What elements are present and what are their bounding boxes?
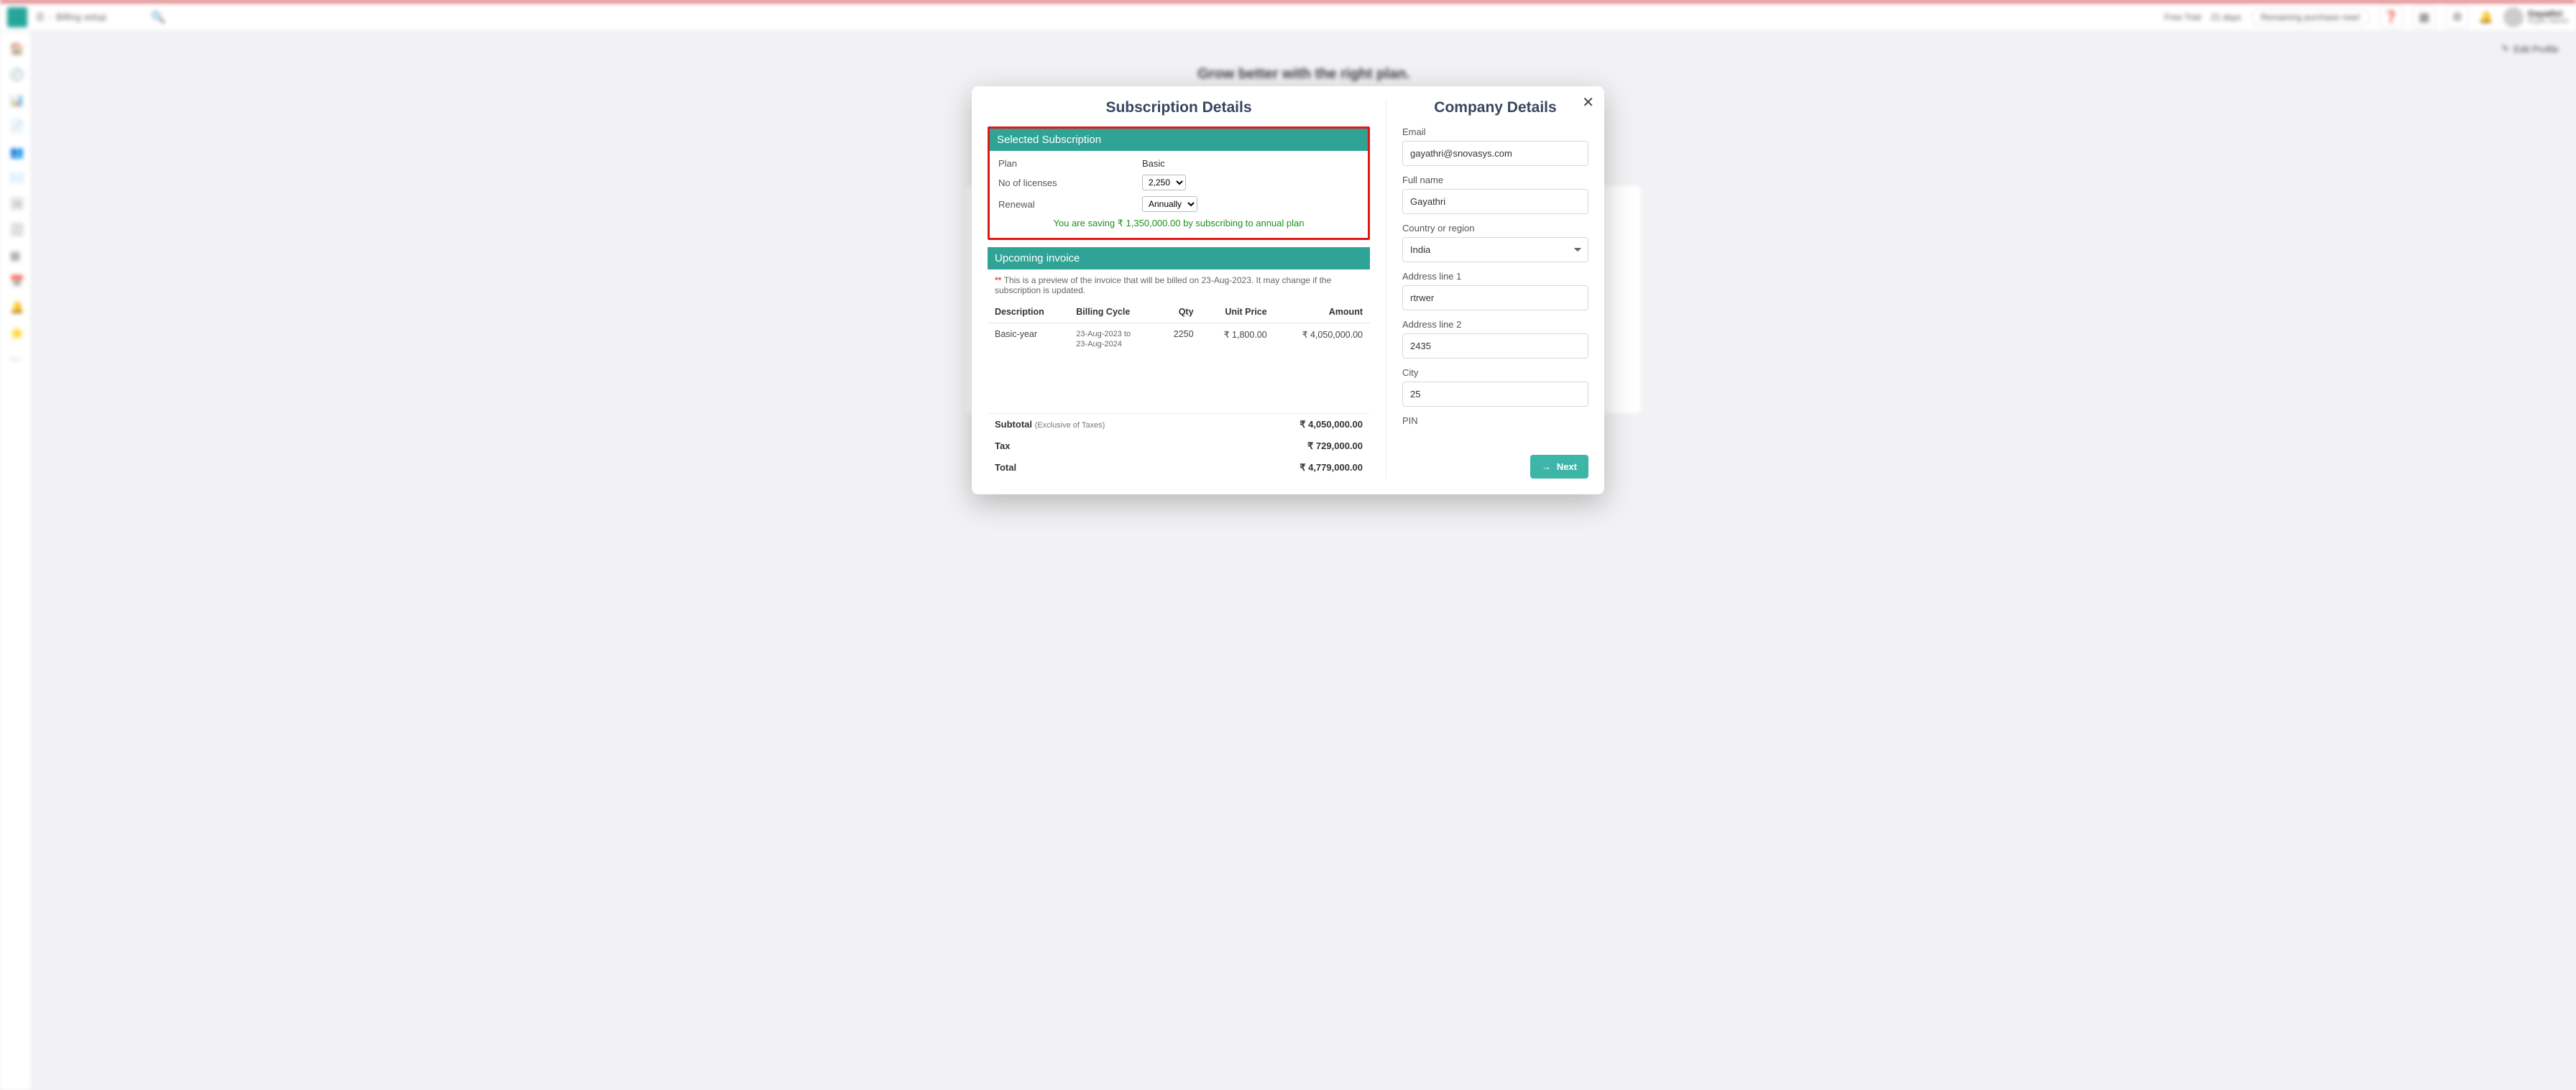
col-amount: Amount (1274, 301, 1370, 323)
note-asterisks: ** (995, 275, 1004, 285)
modal-overlay: ✕ Subscription Details Selected Subscrip… (0, 0, 2576, 1090)
tax-value: ₹ 729,000.00 (1307, 440, 1363, 452)
subtotal-hint: (Exclusive of Taxes) (1035, 421, 1105, 430)
line-cycle: 23-Aug-2023 to 23-Aug-2024 (1069, 323, 1156, 356)
col-billing-cycle: Billing Cycle (1069, 301, 1156, 323)
subtotal-value: ₹ 4,050,000.00 (1300, 419, 1363, 430)
licenses-select[interactable]: 2,250 (1142, 175, 1186, 190)
pin-label: PIN (1402, 415, 1588, 426)
upcoming-invoice-header: Upcoming invoice (988, 247, 1370, 269)
col-unit-price: Unit Price (1201, 301, 1274, 323)
email-field[interactable] (1402, 141, 1588, 166)
subtotal-label: Subtotal (995, 419, 1032, 430)
selected-subscription-header: Selected Subscription (990, 129, 1368, 151)
line-desc: Basic-year (988, 323, 1069, 356)
line-qty: 2250 (1157, 323, 1201, 356)
renewal-label: Renewal (998, 199, 1142, 210)
total-label: Total (995, 462, 1016, 474)
line-unit: ₹ 1,800.00 (1201, 323, 1274, 356)
addr1-field[interactable] (1402, 285, 1588, 310)
company-details-title: Company Details (1402, 99, 1588, 116)
col-qty: Qty (1157, 301, 1201, 323)
col-description: Description (988, 301, 1069, 323)
selected-subscription-highlight: Selected Subscription Plan Basic No of l… (988, 126, 1370, 240)
addr1-label: Address line 1 (1402, 271, 1588, 282)
arrow-right-icon: → (1542, 461, 1551, 472)
invoice-preview-note: ** This is a preview of the invoice that… (988, 269, 1370, 301)
line-amount: ₹ 4,050,000.00 (1274, 323, 1370, 356)
email-label: Email (1402, 126, 1588, 137)
renewal-select[interactable]: Annually (1142, 196, 1197, 212)
tax-label: Tax (995, 440, 1010, 452)
fullname-field[interactable] (1402, 189, 1588, 214)
plan-value: Basic (1142, 158, 1165, 169)
city-label: City (1402, 367, 1588, 378)
invoice-table: Description Billing Cycle Qty Unit Price… (988, 301, 1370, 413)
total-value: ₹ 4,779,000.00 (1300, 462, 1363, 474)
licenses-label: No of licenses (998, 177, 1142, 188)
subscription-details-title: Subscription Details (988, 99, 1370, 116)
close-button[interactable]: ✕ (1582, 93, 1594, 111)
addr2-label: Address line 2 (1402, 319, 1588, 330)
fullname-label: Full name (1402, 175, 1588, 185)
invoice-totals: Subtotal (Exclusive of Taxes) ₹ 4,050,00… (988, 413, 1370, 479)
next-button[interactable]: → Next (1530, 455, 1588, 479)
invoice-line: Basic-year 23-Aug-2023 to 23-Aug-2024 22… (988, 323, 1370, 356)
plan-label: Plan (998, 158, 1142, 169)
country-select[interactable]: India (1402, 237, 1588, 262)
subscription-modal: ✕ Subscription Details Selected Subscrip… (972, 86, 1604, 494)
country-label: Country or region (1402, 223, 1588, 234)
addr2-field[interactable] (1402, 333, 1588, 359)
city-field[interactable] (1402, 382, 1588, 407)
saving-note: You are saving ₹ 1,350,000.00 by subscri… (998, 218, 1359, 229)
